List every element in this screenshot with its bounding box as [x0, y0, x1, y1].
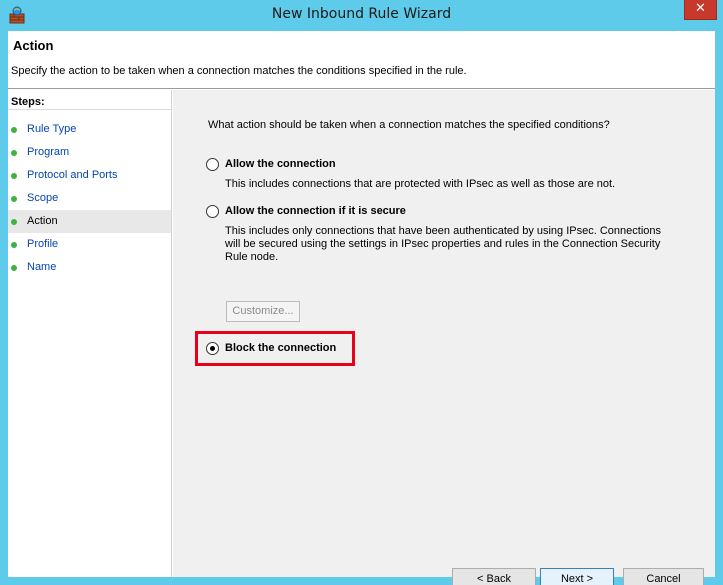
- step-bullet-icon: [11, 127, 17, 133]
- cancel-button[interactable]: Cancel: [623, 568, 704, 585]
- step-bullet-icon: [11, 196, 17, 202]
- step-program[interactable]: Program: [8, 141, 171, 164]
- action-question: What action should be taken when a conne…: [208, 119, 610, 131]
- wizard-client-area: Action Specify the action to be taken wh…: [8, 31, 715, 585]
- step-label: Name: [27, 261, 57, 273]
- step-bullet-icon: [11, 150, 17, 156]
- allow-if-secure-description-line: will be secured using the settings in IP…: [225, 238, 661, 250]
- step-rule-type[interactable]: Rule Type: [8, 118, 171, 141]
- step-label: Protocol and Ports: [27, 169, 118, 181]
- step-protocol-and-ports[interactable]: Protocol and Ports: [8, 164, 171, 187]
- step-bullet-icon: [11, 265, 17, 271]
- page-title: Action: [13, 38, 54, 53]
- back-button[interactable]: < Back: [452, 568, 536, 585]
- close-button[interactable]: ✕: [684, 0, 717, 20]
- allow-if-secure-description-line: Rule node.: [225, 251, 279, 263]
- title-bar: New Inbound Rule Wizard ✕: [0, 0, 723, 31]
- step-label: Profile: [27, 238, 59, 250]
- allow-if-secure-label[interactable]: Allow the connection if it is secure: [225, 205, 406, 217]
- block-connection-label[interactable]: Block the connection: [225, 342, 336, 354]
- page-description: Specify the action to be taken when a co…: [11, 65, 467, 77]
- window-title: New Inbound Rule Wizard: [271, 6, 452, 22]
- step-bullet-icon: [11, 173, 17, 179]
- wizard-header: Action Specify the action to be taken wh…: [8, 31, 715, 89]
- step-name[interactable]: Name: [8, 256, 171, 279]
- next-button[interactable]: Next >: [540, 568, 614, 585]
- steps-title: Steps:: [8, 90, 171, 110]
- content-pane: What action should be taken when a conne…: [173, 90, 715, 585]
- allow-connection-label[interactable]: Allow the connection: [225, 158, 336, 170]
- step-profile[interactable]: Profile: [8, 233, 171, 256]
- step-bullet-icon: [11, 242, 17, 248]
- allow-connection-description: This includes connections that are prote…: [225, 178, 616, 190]
- allow-if-secure-description-line: This includes only connections that have…: [225, 225, 661, 237]
- block-connection-radio[interactable]: [206, 342, 219, 355]
- step-scope[interactable]: Scope: [8, 187, 171, 210]
- steps-pane: Steps: Rule Type Program Protocol and Po…: [8, 90, 172, 577]
- step-label: Scope: [27, 192, 59, 204]
- step-label: Action: [27, 215, 58, 227]
- step-label: Program: [27, 146, 70, 158]
- allow-if-secure-radio[interactable]: [206, 205, 219, 218]
- customize-button: Customize...: [226, 301, 300, 322]
- step-bullet-icon: [11, 219, 17, 225]
- allow-connection-radio[interactable]: [206, 158, 219, 171]
- step-label: Rule Type: [27, 123, 77, 135]
- step-action[interactable]: Action: [8, 210, 171, 233]
